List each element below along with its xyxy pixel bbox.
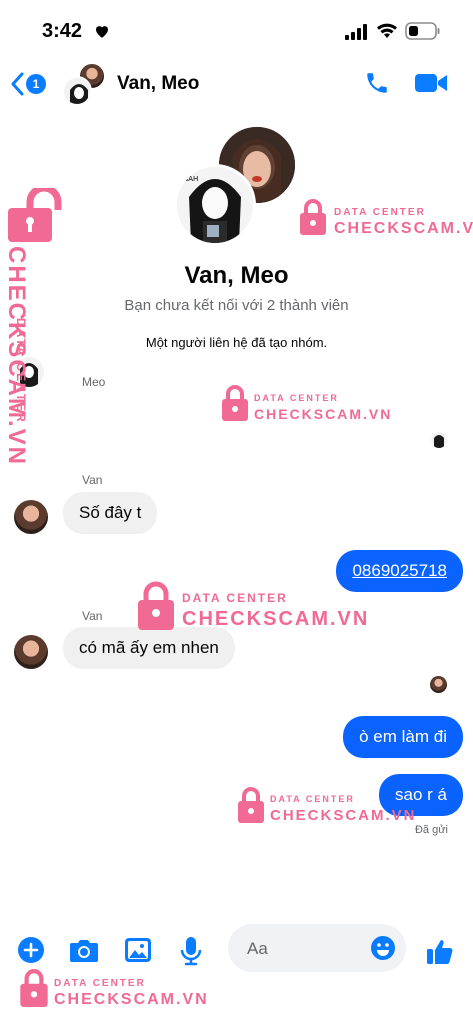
chat-header: 1 Van, Meo: [0, 58, 473, 110]
wifi-icon: [377, 23, 397, 38]
message-input[interactable]: Aa: [228, 924, 406, 972]
input-placeholder: Aa: [247, 939, 268, 958]
watermark-label: DATA CENTER: [54, 978, 146, 989]
watermark-label: DATA CENTER: [254, 393, 339, 403]
status-bar: 3:42: [0, 0, 473, 60]
message-bubble-outgoing[interactable]: ò em làm đi: [343, 716, 463, 758]
chat-title[interactable]: Van, Meo: [117, 73, 199, 95]
message-text: ò em làm đi: [359, 727, 447, 746]
message-text: sao r á: [395, 785, 447, 804]
video-call-icon[interactable]: [414, 71, 448, 95]
avatar-van[interactable]: [14, 635, 48, 669]
group-hero-avatar: NAH: [172, 122, 302, 250]
emoji-icon[interactable]: [370, 935, 396, 961]
svg-text:NAH: NAH: [183, 175, 198, 183]
camera-icon[interactable]: [68, 936, 100, 964]
avatar-meo: [62, 76, 92, 106]
message-text: Số đây t: [79, 503, 142, 522]
message-bubble-incoming[interactable]: Số đây t: [63, 492, 158, 534]
message-bubble-outgoing[interactable]: sao r á: [379, 774, 463, 816]
back-button[interactable]: 1: [10, 70, 52, 98]
message-text: có mã ấy em nhen: [79, 638, 219, 657]
unread-badge: 1: [26, 74, 46, 94]
thumbs-up-icon[interactable]: [425, 936, 455, 966]
gallery-icon[interactable]: [123, 936, 153, 964]
heart-icon: [96, 26, 108, 38]
signal-icon: [345, 24, 367, 40]
message-composer: Aa: [0, 922, 473, 978]
watermark-label: CHECKSCAM.VN: [54, 991, 209, 1008]
group-info: NAH Van, Meo Bạn chưa kết nối với 2 thàn…: [0, 120, 473, 360]
microphone-icon[interactable]: [180, 936, 202, 966]
sender-name: Van: [82, 609, 103, 623]
plus-icon[interactable]: [17, 936, 45, 964]
avatar-van[interactable]: [14, 500, 48, 534]
read-receipt-avatar: [431, 432, 447, 448]
watermark-label: CHECKSCAM.VN: [254, 406, 393, 422]
group-name: Van, Meo: [184, 262, 289, 289]
read-receipt-avatar: [430, 676, 447, 693]
phone-link[interactable]: 0869025718: [352, 561, 447, 581]
watermark-label: DATA CENTER: [270, 794, 355, 804]
sender-name: Meo: [82, 375, 106, 389]
battery-icon: [405, 22, 440, 40]
group-connection-note: Bạn chưa kết nối với 2 thành viên: [124, 297, 349, 314]
message-bubble-incoming[interactable]: có mã ấy em nhen: [63, 627, 235, 669]
sender-name: Van: [82, 473, 103, 487]
avatar-meo-large: NAH: [174, 164, 256, 246]
watermark-label: DATA CENTER: [182, 591, 288, 605]
avatar-meo[interactable]: [14, 357, 44, 387]
chevron-left-icon: [11, 72, 24, 96]
phone-icon[interactable]: [364, 70, 390, 96]
delivery-status: Đã gửi: [414, 824, 448, 836]
group-avatar[interactable]: [62, 62, 106, 106]
message-bubble-outgoing[interactable]: 0869025718: [336, 550, 463, 592]
status-time: 3:42: [42, 20, 83, 42]
system-note: Một người liên hệ đã tạo nhóm.: [145, 335, 328, 350]
